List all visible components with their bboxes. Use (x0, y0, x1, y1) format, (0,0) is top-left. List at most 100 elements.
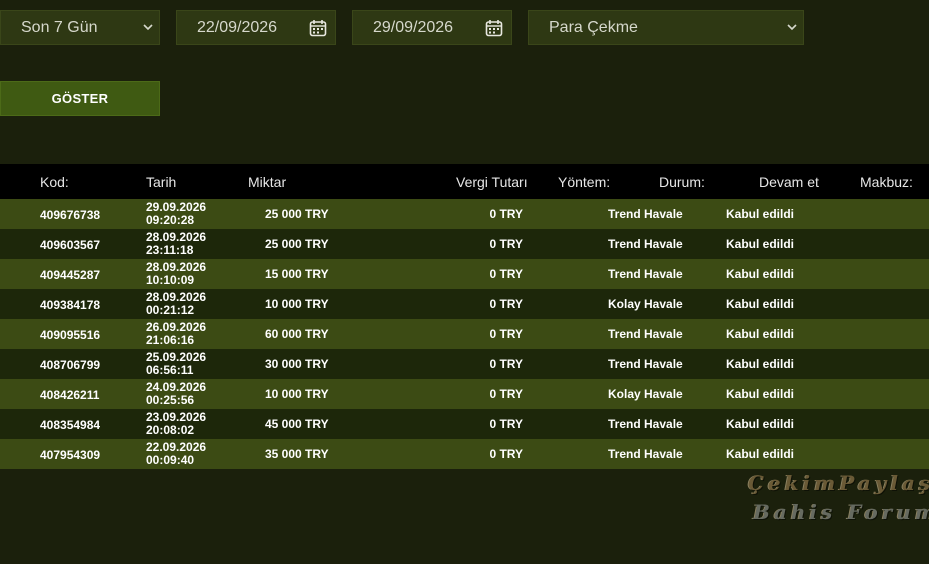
header-receipt: Makbuz: (860, 174, 913, 190)
row-amount: 30 000 TRY (265, 357, 329, 371)
row-method: Trend Havale (608, 327, 683, 341)
row-time: 10:10:09 (146, 273, 195, 287)
row-datetime: 28.09.2026 00:21:12 (146, 291, 206, 317)
row-tax: 0 TRY (489, 417, 523, 431)
row-code: 408426211 (40, 388, 100, 402)
row-tax: 0 TRY (489, 207, 523, 221)
row-method: Trend Havale (608, 357, 683, 371)
watermark-logo: ÇekimPaylaş Bahis Forum (745, 469, 929, 525)
row-code: 409445287 (40, 268, 101, 282)
row-status: Kabul edildi (726, 387, 795, 401)
header-tax: Vergi Tutarı (456, 174, 528, 190)
row-status: Kabul edildi (726, 297, 795, 311)
row-datetime: 25.09.2026 06:56:11 (146, 351, 206, 377)
row-date: 23.09.2026 (146, 410, 207, 424)
date-to-value: 29/09/2026 (373, 18, 454, 36)
show-button[interactable]: GÖSTER (0, 81, 160, 116)
header-date: Tarih (146, 174, 177, 190)
chevron-down-icon (137, 24, 159, 31)
row-time: 06:56:11 (146, 363, 194, 377)
date-from-value: 22/09/2026 (197, 18, 278, 36)
row-time: 09:20:28 (146, 213, 195, 227)
row-time: 00:09:40 (146, 453, 195, 467)
row-method: Trend Havale (608, 237, 683, 251)
date-to-input[interactable]: 29/09/2026 (352, 10, 512, 45)
table-row: 408706799 25.09.2026 06:56:11 30 000 TRY 0 T… (0, 349, 929, 379)
row-code: 408706799 (40, 358, 101, 372)
row-tax: 0 TRY (489, 357, 523, 371)
row-amount: 60 000 TRY (265, 327, 329, 341)
range-select[interactable]: Son 7 Gün (0, 10, 160, 45)
row-amount: 10 000 TRY (265, 297, 329, 311)
table-row: 409095516 26.09.2026 21:06:16 60 000 TRY 0 T… (0, 319, 929, 349)
chevron-down-icon (781, 24, 803, 31)
row-time: 23:11:18 (146, 243, 194, 257)
table-row: 407954309 22.09.2026 00:09:40 35 000 TRY 0 T… (0, 439, 929, 469)
transaction-type-select[interactable]: Para Çekme (528, 10, 804, 45)
row-method: Kolay Havale (608, 387, 683, 401)
row-status: Kabul edildi (726, 267, 795, 281)
row-tax: 0 TRY (489, 267, 523, 281)
header-status: Durum: (659, 174, 705, 190)
row-method: Trend Havale (608, 207, 683, 221)
row-datetime: 24.09.2026 00:25:56 (146, 381, 206, 407)
table-row: 409445287 28.09.2026 10:10:09 15 000 TRY 0 T… (0, 259, 929, 289)
row-method: Kolay Havale (608, 297, 683, 311)
row-code: 408354984 (40, 418, 101, 432)
transaction-type-value: Para Çekme (549, 18, 638, 36)
row-code: 409603567 (40, 238, 101, 252)
row-code: 409095516 (40, 328, 101, 342)
date-from-input[interactable]: 22/09/2026 (176, 10, 336, 45)
row-time: 00:21:12 (146, 303, 195, 317)
row-date: 28.09.2026 (146, 260, 207, 274)
row-status: Kabul edildi (726, 417, 795, 431)
row-amount: 25 000 TRY (265, 207, 329, 221)
row-tax: 0 TRY (489, 387, 523, 401)
row-datetime: 23.09.2026 20:08:02 (146, 411, 206, 437)
row-datetime: 28.09.2026 10:10:09 (146, 261, 206, 287)
row-time: 00:25:56 (146, 393, 195, 407)
table-row: 409676738 29.09.2026 09:20:28 25 000 TRY 0 T… (0, 199, 929, 229)
row-datetime: 26.09.2026 21:06:16 (146, 321, 206, 347)
row-tax: 0 TRY (489, 327, 523, 341)
watermark-line2: Bahis Forum (753, 500, 929, 524)
range-select-value: Son 7 Gün (21, 18, 98, 36)
row-date: 24.09.2026 (146, 380, 207, 394)
row-datetime: 28.09.2026 23:11:18 (146, 231, 206, 257)
header-continue: Devam et (759, 174, 819, 190)
row-tax: 0 TRY (489, 237, 523, 251)
table-row: 409384178 28.09.2026 00:21:12 10 000 TRY 0 T… (0, 289, 929, 319)
row-amount: 25 000 TRY (265, 237, 329, 251)
row-method: Trend Havale (608, 417, 683, 431)
calendar-icon[interactable] (477, 19, 511, 37)
row-date: 28.09.2026 (146, 230, 207, 244)
row-tax: 0 TRY (489, 297, 523, 311)
filter-bar: Son 7 Gün 22/09/2026 29/09/2026 Para Çek… (0, 10, 929, 45)
row-date: 28.09.2026 (146, 290, 207, 304)
row-code: 409676738 (40, 208, 101, 222)
calendar-icon[interactable] (301, 19, 335, 37)
row-date: 25.09.2026 (146, 350, 207, 364)
row-status: Kabul edildi (726, 237, 795, 251)
row-status: Kabul edildi (726, 327, 795, 341)
transactions-table: Kod: Tarih Miktar Vergi Tutarı Yöntem: D… (0, 164, 929, 469)
row-datetime: 29.09.2026 09:20:28 (146, 201, 206, 227)
row-amount: 15 000 TRY (265, 267, 329, 281)
row-date: 22.09.2026 (146, 440, 207, 454)
row-amount: 10 000 TRY (265, 387, 329, 401)
table-row: 409603567 28.09.2026 23:11:18 25 000 TRY 0 T… (0, 229, 929, 259)
row-method: Trend Havale (608, 267, 683, 281)
row-method: Trend Havale (608, 447, 683, 461)
row-time: 21:06:16 (146, 333, 195, 347)
row-amount: 35 000 TRY (265, 447, 329, 461)
header-amount: Miktar (248, 174, 287, 190)
watermark-line1: ÇekimPaylaş (748, 471, 929, 495)
row-status: Kabul edildi (726, 447, 795, 461)
row-time: 20:08:02 (146, 423, 195, 437)
table-body: 409676738 29.09.2026 09:20:28 25 000 TRY 0 T… (0, 199, 929, 469)
header-method: Yöntem: (558, 174, 611, 190)
table-row: 408426211 24.09.2026 00:25:56 10 000 TRY 0 T… (0, 379, 929, 409)
row-tax: 0 TRY (489, 447, 523, 461)
table-row: 408354984 23.09.2026 20:08:02 45 000 TRY 0 T… (0, 409, 929, 439)
row-code: 409384178 (40, 298, 101, 312)
